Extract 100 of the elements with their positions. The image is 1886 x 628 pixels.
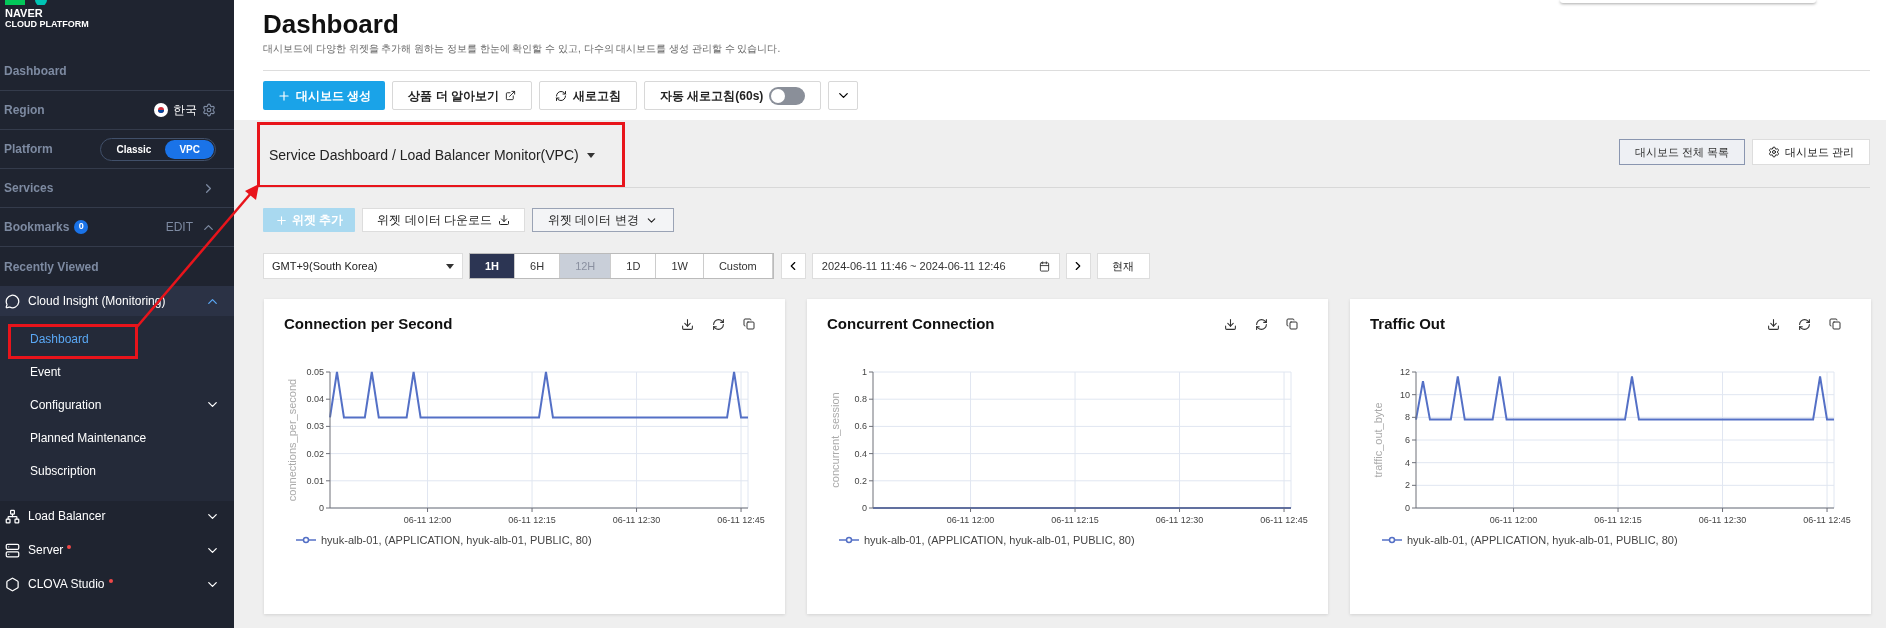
section-label: Recently Viewed bbox=[4, 258, 99, 276]
section-label[interactable]: Bookmarks bbox=[4, 218, 70, 236]
tick-label: 0.01 bbox=[306, 475, 324, 486]
tick-label: 4 bbox=[1405, 457, 1410, 468]
range-tab[interactable]: 6H bbox=[515, 254, 561, 278]
settings-icon[interactable] bbox=[202, 103, 216, 117]
previous-button[interactable] bbox=[780, 253, 806, 279]
tick-label: 06-11 12:15 bbox=[1594, 514, 1642, 525]
tick-label: 06-11 12:45 bbox=[1803, 514, 1851, 525]
edit-link[interactable]: EDIT bbox=[165, 218, 193, 236]
tick-label: 0.04 bbox=[306, 393, 324, 404]
menu-icon bbox=[5, 508, 20, 524]
menu-icon bbox=[5, 542, 20, 558]
submenu-item[interactable]: Event bbox=[0, 355, 234, 388]
menu-icon bbox=[5, 293, 20, 309]
change-data-button[interactable]: 위젯 데이터 변경 bbox=[532, 208, 674, 232]
copy-icon[interactable] bbox=[1286, 318, 1298, 331]
submenu-item[interactable]: Configuration bbox=[0, 388, 234, 421]
plus-icon bbox=[275, 213, 288, 227]
toggle-switch[interactable] bbox=[769, 86, 806, 105]
tick-label: 0 bbox=[862, 502, 867, 513]
dashboard-manage-button[interactable]: 대시보드 관리 bbox=[1751, 139, 1870, 165]
menu-item[interactable]: CLOVA Studio bbox=[0, 569, 234, 599]
tick-label: 0.6 bbox=[854, 420, 867, 431]
legend-label[interactable]: hyuk-alb-01, (APPLICATION, hyuk-alb-01, PUBLIC, 80) bbox=[864, 531, 1135, 548]
nav-link[interactable]: Services bbox=[4, 179, 54, 197]
next-button[interactable] bbox=[1065, 253, 1091, 279]
menu-label: CLOVA Studio bbox=[28, 576, 105, 593]
legend-marker-icon bbox=[296, 535, 316, 544]
tick-label: 0 bbox=[1405, 502, 1410, 513]
auto-refresh-label: 자동 새로고침(60s) bbox=[660, 87, 764, 105]
platform-option[interactable]: VPC bbox=[165, 139, 214, 159]
submenu-item[interactable]: Planned Maintenance bbox=[0, 421, 234, 454]
tick-label: 6 bbox=[1405, 434, 1410, 445]
tick-label: 06-11 12:30 bbox=[1155, 514, 1204, 525]
tick-label: 2 bbox=[1405, 479, 1410, 490]
calendar-icon bbox=[1038, 260, 1050, 272]
legend-label[interactable]: hyuk-alb-01, (APPLICATION, hyuk-alb-01, PUBLIC, 80) bbox=[1407, 531, 1678, 548]
tick-label: 0 bbox=[319, 502, 324, 513]
region-value[interactable]: 한국 bbox=[173, 101, 197, 119]
tick-label: 06-11 12:00 bbox=[946, 514, 995, 525]
tick-label: 8 bbox=[1405, 411, 1410, 422]
menu-label: Server bbox=[28, 542, 64, 559]
brand-text: NAVER bbox=[5, 8, 44, 19]
refresh-icon[interactable] bbox=[1255, 317, 1268, 331]
tick-label: 0.05 bbox=[306, 366, 324, 377]
tick-label: 12 bbox=[1400, 366, 1410, 377]
menu-item[interactable]: Server bbox=[0, 535, 234, 565]
axis-title: concurrent_session bbox=[829, 391, 841, 488]
settings-icon bbox=[1767, 146, 1780, 158]
platform-toggle[interactable]: Classic VPC bbox=[100, 137, 216, 161]
legend-label[interactable]: hyuk-alb-01, (APPLICATION, hyuk-alb-01, PUBLIC, 80) bbox=[321, 531, 592, 548]
legend-marker-icon bbox=[839, 535, 859, 544]
nav-link[interactable]: Dashboard bbox=[4, 62, 67, 80]
tick-label: 06-11 12:00 bbox=[403, 514, 452, 525]
section-label: Platform bbox=[4, 141, 53, 158]
range-tab[interactable]: 1H bbox=[470, 254, 516, 278]
range-tab[interactable]: 1W bbox=[656, 254, 704, 278]
learn-more-button[interactable]: 상품 더 알아보기 bbox=[392, 81, 532, 110]
dashboard-list-button[interactable]: 대시보드 전체 목록 bbox=[1618, 139, 1745, 165]
widget-title: Connection per Second bbox=[284, 314, 453, 334]
timezone-select[interactable]: GMT+9(South Korea) bbox=[263, 253, 463, 279]
refresh-icon bbox=[555, 89, 567, 102]
page-title: Dashboard bbox=[263, 8, 400, 40]
refresh-button[interactable]: 새로고침 bbox=[539, 81, 637, 110]
now-button[interactable]: 현재 bbox=[1096, 253, 1150, 279]
external-link-icon bbox=[505, 90, 516, 101]
tick-label: 0.03 bbox=[306, 420, 324, 431]
platform-option[interactable]: Classic bbox=[102, 139, 166, 159]
page-subtitle: 대시보드에 다양한 위젯을 추가해 원하는 정보를 한눈에 확인할 수 있고, 다수의 대시보드를 생성 관리할 수 있습니다. bbox=[263, 42, 782, 56]
refresh-icon[interactable] bbox=[712, 317, 725, 331]
tick-label: 0.8 bbox=[854, 393, 867, 404]
tick-label: 0.4 bbox=[854, 448, 867, 459]
logo-icon bbox=[5, 0, 49, 5]
brand-text: CLOUD PLATFORM bbox=[5, 19, 90, 30]
refresh-icon[interactable] bbox=[1798, 317, 1811, 331]
widget-title: Concurrent Connection bbox=[827, 314, 995, 334]
download-data-button[interactable]: 위젯 데이터 다운로드 bbox=[362, 208, 525, 232]
caret-icon bbox=[586, 152, 595, 158]
copy-icon[interactable] bbox=[1829, 318, 1841, 331]
download-icon[interactable] bbox=[681, 317, 694, 331]
range-tab[interactable]: Custom bbox=[703, 254, 773, 278]
dashboard-selector[interactable]: Service Dashboard / Load Balancer Monitor(VPC) bbox=[257, 122, 625, 188]
tick-label: 06-11 12:45 bbox=[717, 514, 765, 525]
tick-label: 06-11 12:30 bbox=[612, 514, 661, 525]
caret-icon bbox=[446, 263, 454, 269]
date-range-field[interactable]: 2024-06-11 11:46 ~ 2024-06-11 12:46 bbox=[811, 253, 1060, 279]
legend-marker-icon bbox=[1382, 535, 1402, 544]
menu-label: Load Balancer bbox=[28, 508, 106, 525]
menu-item[interactable]: Load Balancer bbox=[0, 501, 234, 531]
tick-label: 06-11 12:45 bbox=[1260, 514, 1308, 525]
flag-icon bbox=[154, 103, 168, 117]
tick-label: 10 bbox=[1400, 389, 1410, 400]
copy-icon[interactable] bbox=[743, 318, 755, 331]
count-badge: 0 bbox=[74, 220, 89, 234]
submenu-item[interactable]: Subscription bbox=[0, 454, 234, 487]
download-icon[interactable] bbox=[1767, 317, 1780, 331]
download-icon[interactable] bbox=[1224, 317, 1237, 331]
range-tab[interactable]: 1D bbox=[611, 254, 657, 278]
submenu-item[interactable]: Dashboard bbox=[0, 322, 234, 355]
